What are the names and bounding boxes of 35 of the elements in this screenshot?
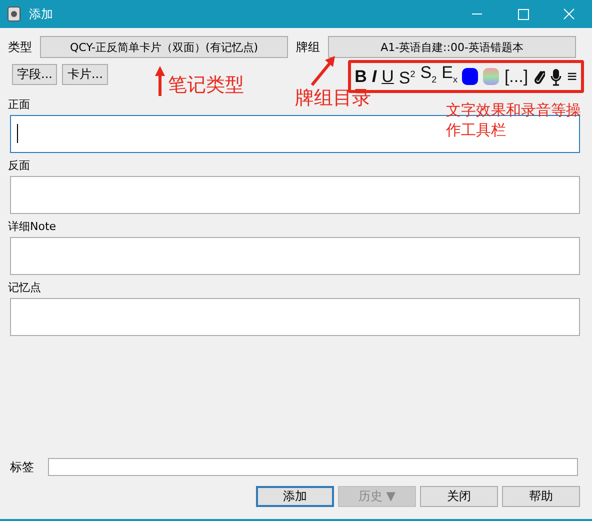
annotation-arrow: [310, 56, 336, 86]
dialog-button[interactable]: 卡片...: [62, 64, 108, 85]
gradient-swatch-icon[interactable]: [483, 68, 500, 85]
note-type-button[interactable]: QCY-正反简单卡片（双面）(有记忆点): [40, 36, 288, 58]
field-label: 反面: [8, 159, 30, 173]
field-label: 记忆点: [8, 281, 41, 295]
tags-field[interactable]: [48, 458, 578, 476]
microphone-icon[interactable]: [550, 68, 562, 86]
underline-button[interactable]: U: [382, 68, 394, 86]
dialog-button[interactable]: 关闭: [420, 486, 498, 507]
input-field[interactable]: [10, 237, 580, 275]
annotation-arrow: [154, 66, 166, 96]
input-field[interactable]: [10, 176, 580, 214]
dialog-button[interactable]: 帮助: [502, 486, 580, 507]
field-label: 详细Note: [8, 220, 56, 234]
format-button[interactable]: S$^{2}$: [398, 65, 416, 88]
italic-button[interactable]: I: [372, 68, 377, 86]
annotation-text: 笔记类型: [168, 73, 244, 98]
format-button[interactable]: ≡: [567, 68, 577, 86]
format-button[interactable]: E$_{x}$: [442, 64, 458, 89]
input-field[interactable]: [10, 298, 580, 336]
annotation-text: 文字效果和录音等操作工具栏: [446, 100, 582, 140]
dialog-button[interactable]: 字段...: [12, 64, 58, 85]
dialog-button[interactable]: 添加: [256, 486, 334, 507]
tags-label: 标签: [10, 458, 34, 476]
format-button[interactable]: [...]: [504, 68, 528, 86]
app-icon: [7, 6, 21, 22]
color-swatch-icon[interactable]: [462, 68, 478, 85]
field-label: 正面: [8, 98, 30, 112]
deck-button[interactable]: A1-英语自建::00-英语错题本: [328, 36, 576, 58]
bold-button[interactable]: B: [354, 68, 367, 86]
deck-label: 牌组: [296, 38, 320, 56]
format-button[interactable]: S$_{2}$: [420, 64, 437, 89]
note-type-label: 类型: [8, 38, 32, 56]
window-title: 添加: [29, 6, 53, 22]
